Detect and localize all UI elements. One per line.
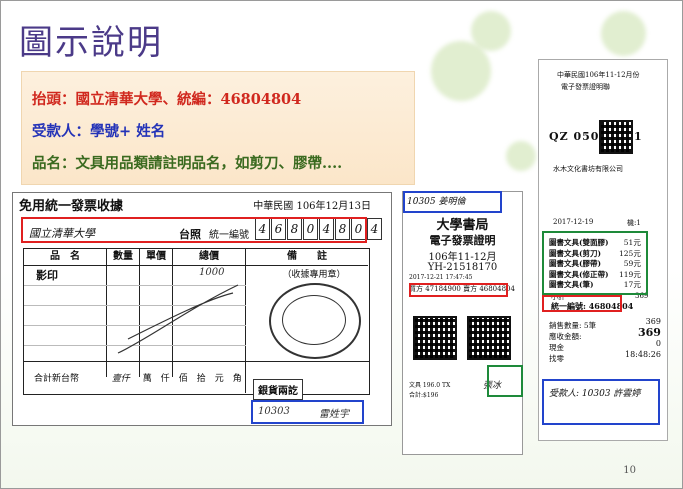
summary-labels: 銷售數量: 5筆 應收金額: 現金 找零	[549, 320, 596, 364]
receipt-e-invoice-bookstore: 10305 姜明倫 大學書局 電子發票證明 106年11-12月 YH-2151…	[402, 191, 523, 455]
date-prefix: 中華民國	[253, 201, 294, 212]
shop-name: 大學書局	[436, 218, 489, 233]
summary-values: 369 369 0 18:48:26	[625, 316, 661, 360]
summary-value: 18:48:26	[625, 350, 661, 359]
info-line-payee: 受款人：學號+ 姓名	[32, 123, 166, 140]
bokeh-decoration	[506, 141, 536, 171]
stamp-area: （收據專用章）	[264, 267, 364, 280]
slide: 圖示說明 抬頭：國立清華大學、統編：46804804 受款人：學號+ 姓名 品名…	[0, 0, 683, 489]
page-number: 10	[623, 465, 636, 476]
receipt-date: 中華民國 106年12月13日	[253, 197, 371, 212]
subtotal-line: 合計:$196	[409, 392, 439, 399]
shop-stamp-inner	[282, 295, 346, 345]
highlight-box-blue	[542, 379, 660, 425]
invoice-title: 中華民國106年11-12月份	[557, 71, 640, 79]
grid-line	[24, 361, 369, 362]
info-line-header: 抬頭：國立清華大學、統編：46804804	[32, 91, 302, 108]
paid-label: 銀貨兩訖	[253, 379, 303, 400]
qr-code	[599, 120, 633, 154]
date-value: 106年12月13日	[296, 201, 371, 212]
highlight-box-red	[21, 217, 367, 243]
total-hand: 壹仟	[111, 374, 130, 384]
bokeh-decoration	[431, 41, 491, 101]
highlight-box-blue	[251, 400, 364, 424]
bokeh-decoration	[601, 11, 646, 56]
receipt-grid: 品 名 數量 單價 總價 備 註 影印 1000 （收據專用章） 合計新台幣 壹…	[23, 248, 370, 395]
qr-code	[467, 316, 511, 360]
summary-label: 找零	[549, 354, 564, 363]
col-header-price: 單價	[140, 249, 173, 266]
einvoice-number: YH-21518170	[427, 262, 498, 273]
einvoice-title: 電子發票證明	[429, 234, 496, 247]
info-box: 抬頭：國立清華大學、統編：46804804 受款人：學號+ 姓名 品名：文具用品…	[21, 71, 415, 185]
qr-code	[413, 316, 457, 360]
total-label: 合計新台幣 壹仟 萬 仟 佰 拾 元 角	[34, 371, 242, 384]
bokeh-decoration	[471, 11, 511, 51]
summary-label: 應收金額:	[549, 332, 582, 341]
highlight-box-red	[542, 295, 622, 312]
highlight-box-blue	[403, 191, 502, 213]
info-line-item: 品名：文具用品類請註明品名，如剪刀、膠帶....	[32, 155, 343, 172]
invoice-date: 2017-12-19	[553, 218, 594, 226]
tax-digit: 4	[367, 218, 382, 240]
item-line: 文具 196.0 TX	[409, 382, 451, 389]
slide-title: 圖示說明	[19, 23, 163, 63]
summary-label: 現金	[549, 343, 564, 352]
receipt-header: 免用統一發票收據	[19, 199, 124, 214]
einvoice-period: 106年11-12月	[428, 252, 497, 263]
einvoice-datetime: 2017-12-21 17:47:45	[409, 274, 473, 281]
highlight-box-red	[409, 283, 508, 297]
highlight-box-green	[487, 365, 523, 397]
col-header-remark: 備 註	[246, 249, 368, 266]
stamp-label: （收據專用章）	[282, 270, 346, 280]
strike-line	[117, 284, 239, 354]
item-amount: 1000	[199, 267, 225, 278]
total-label-text: 合計新台幣	[34, 374, 80, 384]
total-units: 萬 仟 佰 拾 元 角	[142, 374, 242, 384]
receipt-handwritten: 免用統一發票收據 中華民國 106年12月13日 國立清華大學 台照 統一編號 …	[12, 192, 392, 426]
col-header-item: 品 名	[24, 249, 107, 266]
counter-no: 機:1	[627, 219, 641, 227]
col-header-total: 總價	[173, 249, 246, 266]
highlight-box-green	[542, 231, 648, 295]
invoice-subtitle: 電子發票證明聯	[561, 83, 610, 91]
summary-value: 0	[655, 339, 661, 348]
summary-label: 銷售數量: 5筆	[549, 321, 597, 330]
col-header-qty: 數量	[107, 249, 140, 266]
summary-value: 369	[637, 326, 661, 339]
line-item: 影印	[36, 269, 58, 282]
shop-name: 水木文化書坊有限公司	[553, 165, 623, 173]
